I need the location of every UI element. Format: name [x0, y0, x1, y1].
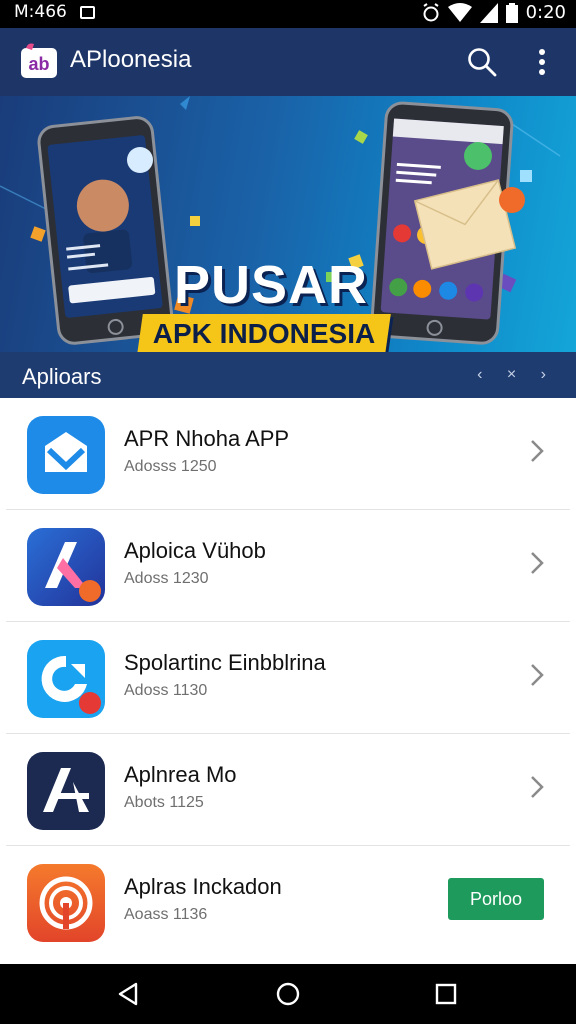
promo-banner[interactable]: PUSAR APK INDONESIA — [0, 96, 576, 352]
battery-icon — [505, 2, 518, 23]
app-name: Aploica Vühob — [124, 538, 266, 563]
status-clock: 0:20 — [525, 2, 566, 23]
open-button[interactable]: Porloo — [448, 878, 544, 920]
wifi-icon — [447, 2, 472, 22]
app-name: Aplras Inckadon — [124, 874, 282, 899]
app-logo-text: ab — [28, 54, 49, 74]
list-item[interactable]: Spolartinc Einbblrina Adoss 1130 — [6, 622, 570, 734]
back-icon[interactable] — [114, 980, 142, 1008]
system-nav-bar — [0, 964, 576, 1024]
section-header: Aplioars ‹ × › — [0, 352, 576, 398]
list-item[interactable]: APR Nhoha APP Adosss 1250 — [6, 398, 570, 510]
status-right-icons: 0:20 — [422, 2, 566, 23]
list-item[interactable]: Aplras Inckadon Aoass 1136 Porloo — [6, 846, 570, 958]
chevron-right-icon[interactable] — [528, 550, 546, 576]
app-icon-store — [27, 752, 105, 830]
alarm-icon — [423, 2, 439, 21]
app-icon-refresh — [27, 640, 105, 718]
chevron-right-icon[interactable] — [528, 438, 546, 464]
section-nav-controls[interactable]: ‹ × › — [477, 366, 556, 384]
app-name: APR Nhoha APP — [124, 426, 290, 451]
app-icon-letter-a — [27, 528, 105, 606]
banner-ribbon-text: APK INDONESIA — [152, 318, 376, 349]
app-meta: Abots 1125 — [124, 794, 204, 811]
chevron-right-icon[interactable] — [528, 662, 546, 688]
app-name: Spolartinc Einbblrina — [124, 650, 326, 675]
image-notification-icon — [80, 6, 95, 19]
recents-icon[interactable] — [432, 980, 460, 1008]
app-list: APR Nhoha APP Adosss 1250 Aploica Vühob … — [6, 398, 570, 964]
app-bar: ab APloonesia — [0, 28, 576, 96]
section-title: Aplioars — [22, 364, 102, 389]
app-meta: Adosss 1250 — [124, 458, 217, 475]
search-icon[interactable] — [466, 46, 498, 78]
app-icon-signal — [27, 864, 105, 942]
app-name: Aplnrea Mo — [124, 762, 237, 787]
list-item[interactable]: Aplnrea Mo Abots 1125 — [6, 734, 570, 846]
app-meta: Adoss 1130 — [124, 682, 208, 699]
app-meta: Aoass 1136 — [124, 906, 208, 923]
app-title: APloonesia — [70, 46, 192, 73]
app-logo-icon: ab — [21, 43, 57, 78]
banner-headline: PUSAR — [173, 255, 369, 315]
signal-icon — [479, 2, 498, 23]
status-bar: M:466 0:20 — [0, 0, 576, 28]
app-icon-shield — [27, 416, 105, 494]
status-left-text: M:466 — [14, 2, 67, 22]
more-options-icon[interactable] — [530, 46, 554, 78]
chevron-right-icon[interactable] — [528, 774, 546, 800]
list-item[interactable]: Aploica Vühob Adoss 1230 — [6, 510, 570, 622]
home-icon[interactable] — [274, 980, 302, 1008]
app-meta: Adoss 1230 — [124, 570, 209, 587]
